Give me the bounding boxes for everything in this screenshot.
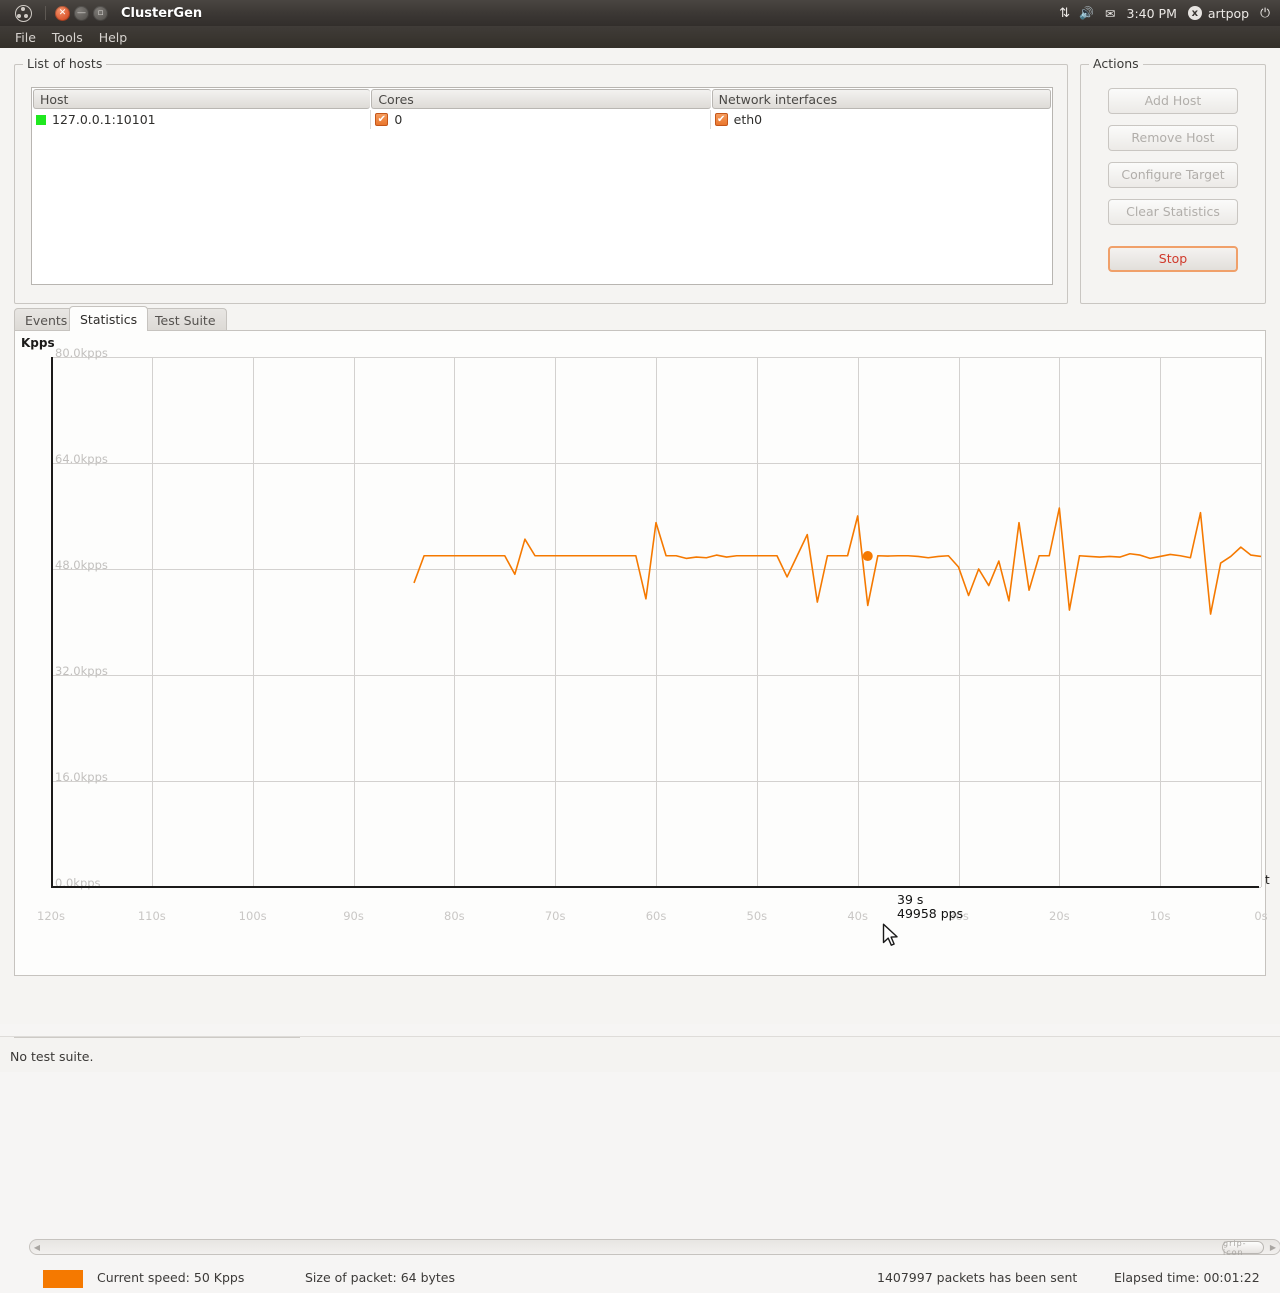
x-axis-tick-label: 100s [238, 909, 267, 923]
x-axis-tick-label: 0s [1254, 909, 1268, 923]
actions-groupbox: Actions Add Host Remove Host Configure T… [1080, 56, 1266, 304]
column-header-cores[interactable]: Cores [371, 89, 711, 109]
window-maximize-button[interactable]: ▫ [93, 5, 108, 21]
panel-divider [45, 6, 46, 20]
hosts-group-title: List of hosts [23, 56, 107, 71]
network-updown-icon[interactable]: ⇅ [1059, 6, 1070, 21]
power-icon[interactable]: ⏻ [1260, 5, 1270, 21]
scrollbar-thumb[interactable]: grip-icon [1222, 1239, 1264, 1257]
stop-button[interactable]: Stop [1108, 246, 1238, 272]
menu-item-help[interactable]: Help [91, 28, 136, 47]
x-axis-tick-label: 80s [444, 909, 465, 923]
menu-item-file[interactable]: File [7, 28, 44, 47]
column-header-host[interactable]: Host [33, 89, 371, 109]
chart-point-tooltip: 39 s 49958 pps [897, 893, 963, 921]
user-avatar-icon: x [1187, 6, 1202, 20]
remove-host-button[interactable]: Remove Host [1108, 125, 1238, 151]
chart-unit-label: Kpps [21, 336, 55, 350]
throughput-chart[interactable]: Kpps 80.0kpps 64.0kpps 48.0kpps 32.0kpps 16.… [15, 331, 1270, 951]
hosts-table-header: Host Cores Network interfaces [32, 88, 1052, 110]
legend-color-swatch [43, 1270, 83, 1288]
status-bar: No test suite. [0, 1036, 1280, 1072]
clear-statistics-button[interactable]: Clear Statistics [1108, 199, 1238, 225]
x-axis-tick-label: 90s [343, 909, 364, 923]
chart-horizontal-scrollbar[interactable]: ◀ grip-icon ▶ [29, 1239, 1280, 1257]
hosts-table[interactable]: Host Cores Network interfaces 127.0.0.1:… [31, 87, 1053, 285]
x-axis-tick-label: 70s [544, 909, 566, 923]
selected-data-point-marker[interactable] [862, 551, 873, 562]
host-address-label: 127.0.0.1:10101 [52, 112, 156, 127]
x-axis-tick-label: 10s [1149, 909, 1171, 923]
tooltip-time-label: 39 s [897, 892, 924, 907]
clock-label[interactable]: 3:40 PM [1127, 6, 1177, 21]
system-tray: ⇅ 🔊 ✉ 3:40 PM x artpop ⏻ [1059, 5, 1280, 21]
interface-name-label: eth0 [733, 112, 763, 127]
application-body: List of hosts Host Cores Network interfa… [0, 48, 1280, 1288]
tooltip-value-label: 49958 pps [897, 906, 964, 921]
host-status-indicator-icon [36, 114, 46, 125]
x-axis-tick-label: 120s [37, 909, 65, 923]
menu-item-tools[interactable]: Tools [44, 28, 91, 47]
status-message: No test suite. [10, 1049, 94, 1064]
chart-x-axis-label: t [1265, 873, 1270, 887]
packets-sent-label: 1407997 packets has been sent [877, 1270, 1078, 1285]
user-name-label: artpop [1207, 5, 1250, 21]
x-axis-tick-label: 40s [847, 909, 868, 923]
tab-test-suite[interactable]: Test Suite [144, 308, 227, 331]
series-polyline [413, 507, 1261, 615]
elapsed-time-label: Elapsed time: 00:01:22 [1114, 1270, 1260, 1285]
cell-cores[interactable]: ✔ 0 [371, 110, 711, 129]
packet-size-label: Size of packet: 64 bytes [305, 1270, 456, 1285]
volume-icon[interactable]: 🔊 [1079, 6, 1094, 20]
chart-plot-area[interactable]: 80.0kpps 64.0kpps 48.0kpps 32.0kpps 16.0kpps… [37, 346, 1270, 946]
window-minimize-button[interactable]: — [74, 5, 89, 21]
actions-group-title: Actions [1089, 56, 1143, 71]
window-title: ClusterGen [121, 5, 203, 21]
status-bar-divider [14, 1037, 300, 1038]
table-row[interactable]: 127.0.0.1:10101 ✔ 0 ✔ eth0 [32, 110, 1052, 129]
cell-host[interactable]: 127.0.0.1:10101 [32, 110, 372, 129]
configure-target-button[interactable]: Configure Target [1108, 162, 1238, 188]
column-header-network-interfaces[interactable]: Network interfaces [711, 89, 1051, 109]
hosts-groupbox: List of hosts Host Cores Network interfa… [14, 56, 1068, 304]
gridline-vertical [1261, 357, 1262, 887]
cores-checkbox[interactable]: ✔ [375, 113, 389, 126]
window-close-button[interactable]: ✕ [55, 5, 70, 21]
user-menu[interactable]: x artpop [1187, 5, 1250, 21]
statistics-tab-panel: Kpps 80.0kpps 64.0kpps 48.0kpps 32.0kpps 16.… [14, 330, 1280, 1288]
x-axis-tick-label: 20s [1049, 909, 1070, 923]
mouse-cursor-icon [882, 923, 898, 946]
scroll-right-arrow-icon[interactable]: ▶ [1266, 1241, 1280, 1253]
application-menubar: File Tools Help [0, 26, 1280, 48]
interface-checkbox[interactable]: ✔ [714, 113, 728, 126]
current-speed-label: Current speed: 50 Kpps [97, 1270, 245, 1285]
x-axis-tick-label: 110s [137, 909, 166, 923]
x-axis-tick-label: 50s [746, 909, 768, 923]
scrollbar-track[interactable]: grip-icon [44, 1239, 1266, 1257]
chart-series-line [413, 507, 1261, 615]
ubuntu-logo-icon[interactable] [15, 4, 32, 22]
tab-statistics[interactable]: Statistics [69, 306, 149, 331]
cell-network-interface[interactable]: ✔ eth0 [711, 110, 1052, 129]
x-axis-tick-label: 60s [645, 909, 667, 923]
scroll-left-arrow-icon[interactable]: ◀ [30, 1241, 44, 1253]
statistics-infobar: Current speed: 50 Kpps Size of packet: 6… [29, 1265, 1280, 1293]
desktop-top-panel: ✕ — ▫ ClusterGen ⇅ 🔊 ✉ 3:40 PM x artpop … [0, 0, 1280, 26]
mail-envelope-icon[interactable]: ✉ [1105, 6, 1115, 21]
tabbar: Events Statistics Test Suite [14, 306, 1266, 331]
add-host-button[interactable]: Add Host [1108, 88, 1238, 114]
cores-value-label: 0 [394, 112, 403, 127]
